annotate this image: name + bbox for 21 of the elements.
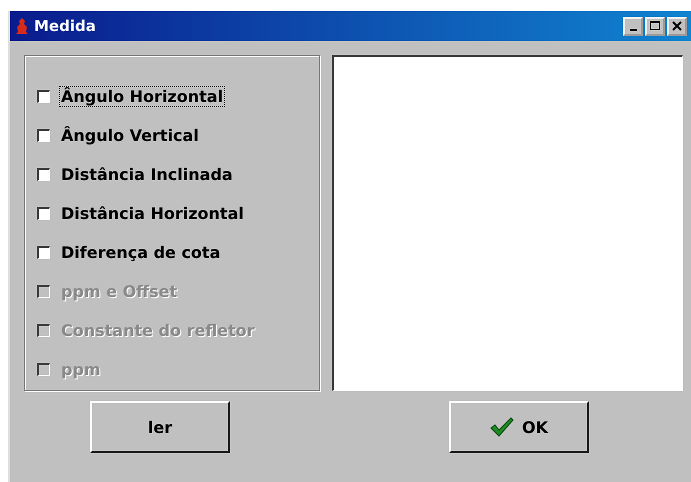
checkbox-label[interactable]: Distância Horizontal [60,204,245,223]
close-button[interactable] [667,16,687,36]
checkbox[interactable] [37,90,50,103]
minimize-icon [630,28,636,30]
maximize-button[interactable] [645,16,665,36]
checkbox[interactable] [37,246,50,259]
checkbox-label[interactable]: Diferença de cota [60,243,222,262]
checkbox-label[interactable]: Distância Inclinada [60,165,234,184]
checkbox[interactable] [37,129,50,142]
check-icon [490,417,514,437]
checkbox[interactable] [37,168,50,181]
close-icon [672,21,682,31]
checkbox-label[interactable]: Ângulo Vertical [60,126,200,145]
checkbox[interactable] [37,207,50,220]
window-title: Medida [34,17,97,35]
ok-button[interactable]: OK [449,401,589,453]
maximize-icon [650,21,660,31]
checkbox-label[interactable]: Ângulo Horizontal [60,87,224,106]
read-button[interactable]: ler [90,401,230,453]
app-icon [16,18,28,34]
minimize-button[interactable] [623,16,643,36]
